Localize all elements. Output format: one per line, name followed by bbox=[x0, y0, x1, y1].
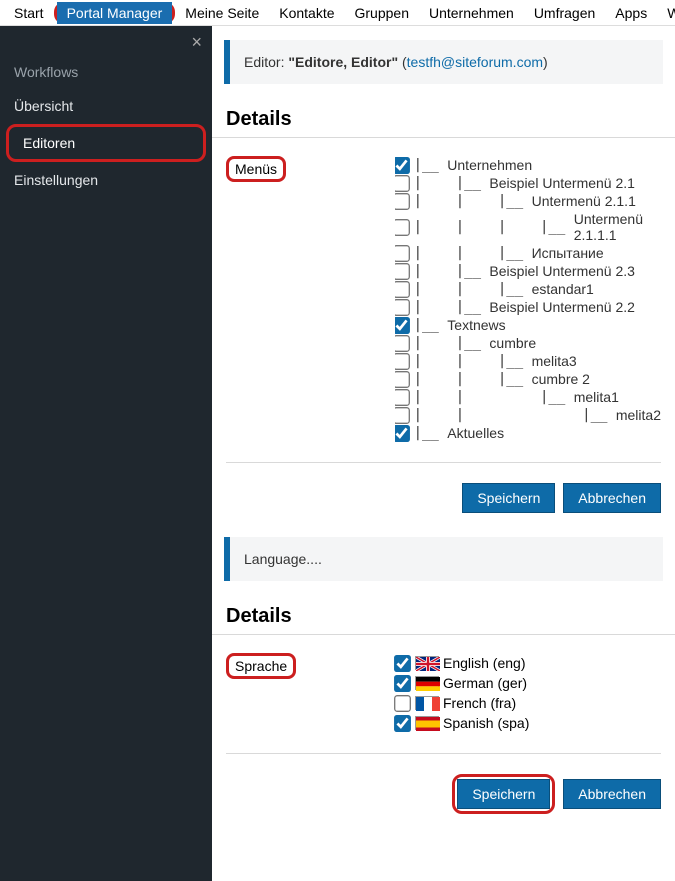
menu-item-label: Beispiel Untermenü 2.1 bbox=[489, 175, 635, 191]
language-checkbox[interactable] bbox=[394, 655, 411, 672]
sidebar-title: Workflows bbox=[0, 26, 212, 90]
topnav-item[interactable]: We bbox=[657, 2, 675, 24]
menu-checkbox[interactable] bbox=[395, 299, 410, 316]
menu-tree[interactable]: |__ Unternehmen| |__ Beispiel Untermenü … bbox=[395, 156, 661, 442]
menu-item-label: Untermenü 2.1.1 bbox=[532, 193, 636, 209]
sidebar: × Workflows Übersicht Editoren Einstellung… bbox=[0, 26, 212, 881]
menu-item-label: Unternehmen bbox=[447, 157, 532, 173]
topnav-item[interactable]: Gruppen bbox=[345, 2, 419, 24]
menu-tree-item[interactable]: | | |__ melita1 bbox=[395, 388, 661, 406]
menu-checkbox[interactable] bbox=[395, 219, 410, 236]
sidebar-item[interactable]: Editoren bbox=[9, 127, 203, 159]
language-checkbox[interactable] bbox=[394, 675, 411, 692]
menu-item-label: Textnews bbox=[447, 317, 505, 333]
topnav-item[interactable]: Start bbox=[4, 2, 54, 24]
de-flag-icon bbox=[415, 676, 439, 690]
menu-checkbox[interactable] bbox=[395, 353, 410, 370]
menu-checkbox[interactable] bbox=[395, 157, 410, 174]
language-item[interactable]: English (eng) bbox=[396, 653, 661, 673]
menu-item-label: Испытание bbox=[532, 245, 604, 261]
language-item[interactable]: German (ger) bbox=[396, 673, 661, 693]
menu-tree-item[interactable]: | | |__ melita2 bbox=[395, 406, 661, 424]
topnav-item[interactable]: Meine Seite bbox=[175, 2, 269, 24]
menu-checkbox[interactable] bbox=[395, 317, 410, 334]
menu-item-label: melita2 bbox=[616, 407, 661, 423]
cancel-button-2[interactable]: Abbrechen bbox=[563, 779, 661, 809]
menu-checkbox[interactable] bbox=[395, 175, 410, 192]
fr-flag-icon bbox=[415, 696, 439, 710]
language-list: English (eng) German (ger) French (fra) Spa… bbox=[396, 653, 661, 733]
save-button-1[interactable]: Speichern bbox=[462, 483, 555, 513]
uk-flag-icon bbox=[415, 656, 439, 670]
menu-tree-item[interactable]: | | |__ Untermenü 2.1.1 bbox=[395, 192, 661, 210]
menu-item-label: Beispiel Untermenü 2.2 bbox=[489, 299, 635, 315]
es-flag-icon bbox=[415, 716, 439, 730]
menu-checkbox[interactable] bbox=[395, 281, 410, 298]
details-heading-2: Details bbox=[212, 581, 675, 635]
menu-checkbox[interactable] bbox=[395, 425, 410, 442]
top-nav: StartPortal ManagerMeine SeiteKontakteGr… bbox=[0, 0, 675, 26]
menu-tree-item[interactable]: | |__ Beispiel Untermenü 2.1 bbox=[395, 174, 661, 192]
language-item[interactable]: French (fra) bbox=[396, 693, 661, 713]
language-bar: Language.... bbox=[224, 537, 663, 581]
menu-checkbox[interactable] bbox=[395, 407, 410, 424]
editor-email-link[interactable]: testfh@siteforum.com bbox=[407, 54, 543, 70]
language-label: German (ger) bbox=[443, 675, 527, 691]
menu-checkbox[interactable] bbox=[395, 263, 410, 280]
language-label: French (fra) bbox=[443, 695, 516, 711]
menu-item-label: cumbre bbox=[489, 335, 536, 351]
close-icon[interactable]: × bbox=[191, 32, 202, 53]
editor-name: "Editore, Editor" bbox=[288, 54, 398, 70]
menu-tree-item[interactable]: | |__ Beispiel Untermenü 2.3 bbox=[395, 262, 661, 280]
save-button-2[interactable]: Speichern bbox=[457, 779, 550, 809]
menu-checkbox[interactable] bbox=[395, 371, 410, 388]
editor-info-bar: Editor: "Editore, Editor" (testfh@sitefo… bbox=[224, 40, 663, 84]
cancel-button-1[interactable]: Abbrechen bbox=[563, 483, 661, 513]
language-item[interactable]: Spanish (spa) bbox=[396, 713, 661, 733]
language-label: English (eng) bbox=[443, 655, 526, 671]
topnav-item[interactable]: Unternehmen bbox=[419, 2, 524, 24]
menu-item-label: Untermenü 2.1.1.1 bbox=[574, 211, 661, 243]
topnav-item[interactable]: Apps bbox=[605, 2, 657, 24]
menu-item-label: melita3 bbox=[532, 353, 577, 369]
sidebar-items: Übersicht Editoren Einstellungen bbox=[0, 90, 212, 196]
sprache-label: Sprache bbox=[226, 653, 296, 679]
menu-checkbox[interactable] bbox=[395, 389, 410, 406]
editor-prefix: Editor: bbox=[244, 54, 284, 70]
menu-item-label: Beispiel Untermenü 2.3 bbox=[489, 263, 635, 279]
menu-checkbox[interactable] bbox=[395, 245, 410, 262]
menu-tree-item[interactable]: | |__ cumbre bbox=[395, 334, 661, 352]
menu-tree-item[interactable]: |__ Unternehmen bbox=[395, 156, 661, 174]
menu-tree-item[interactable]: | | |__ melita3 bbox=[395, 352, 661, 370]
menu-tree-item[interactable]: |__ Aktuelles bbox=[395, 424, 661, 442]
language-label: Spanish (spa) bbox=[443, 715, 529, 731]
menu-item-label: melita1 bbox=[574, 389, 619, 405]
menu-item-label: Aktuelles bbox=[447, 425, 504, 441]
menus-label: Menüs bbox=[226, 156, 286, 182]
menu-checkbox[interactable] bbox=[395, 193, 410, 210]
sidebar-item[interactable]: Übersicht bbox=[0, 90, 212, 122]
menu-tree-item[interactable]: | | |__ cumbre 2 bbox=[395, 370, 661, 388]
menu-tree-item[interactable]: | | |__ estandar1 bbox=[395, 280, 661, 298]
menu-checkbox[interactable] bbox=[395, 335, 410, 352]
topnav-item[interactable]: Portal Manager bbox=[57, 2, 173, 24]
details-heading-1: Details bbox=[212, 84, 675, 138]
menu-item-label: estandar1 bbox=[532, 281, 594, 297]
language-checkbox[interactable] bbox=[394, 715, 411, 732]
topnav-item[interactable]: Kontakte bbox=[269, 2, 344, 24]
language-checkbox[interactable] bbox=[394, 695, 411, 712]
main-content: Editor: "Editore, Editor" (testfh@sitefo… bbox=[212, 26, 675, 881]
menu-tree-item[interactable]: | | |__ Испытание bbox=[395, 244, 661, 262]
topnav-item[interactable]: Umfragen bbox=[524, 2, 605, 24]
menu-item-label: cumbre 2 bbox=[532, 371, 590, 387]
menu-tree-item[interactable]: | |__ Beispiel Untermenü 2.2 bbox=[395, 298, 661, 316]
menu-tree-item[interactable]: |__ Textnews bbox=[395, 316, 661, 334]
sidebar-item[interactable]: Einstellungen bbox=[0, 164, 212, 196]
menu-tree-item[interactable]: | | | |__ Untermenü 2.1.1.1 bbox=[395, 210, 661, 244]
